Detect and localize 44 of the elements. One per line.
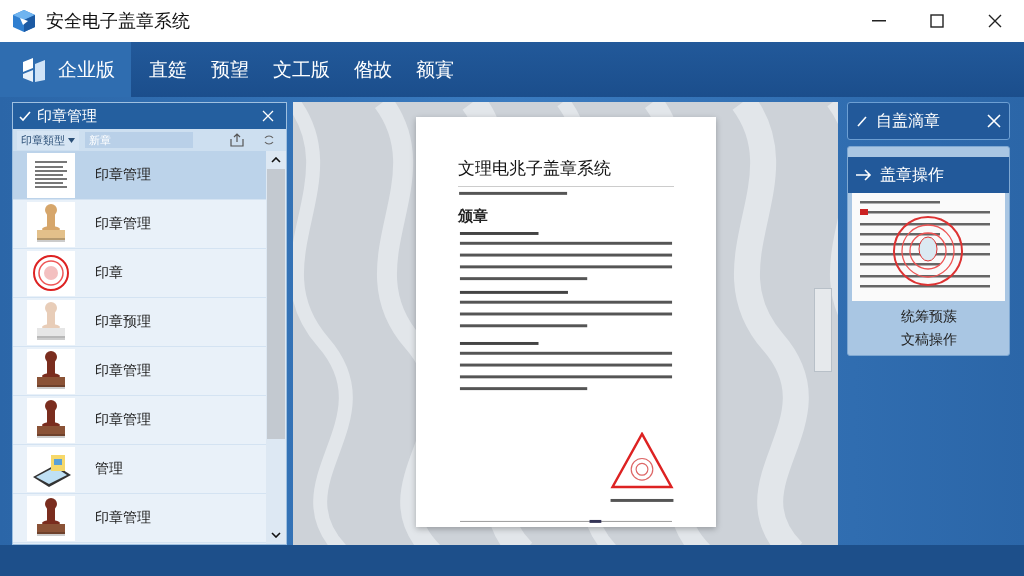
chevron-down-icon <box>271 532 281 538</box>
close-icon <box>988 14 1002 28</box>
seal-list-item[interactable]: 印章管理 <box>13 396 266 445</box>
menu-tab[interactable]: 文工版 <box>261 42 342 97</box>
search-field[interactable]: 新章 <box>85 132 193 148</box>
menu-tab[interactable]: 预望 <box>199 42 261 97</box>
app-logo-icon <box>12 9 36 33</box>
seal-list-item[interactable]: 管理 <box>13 445 266 494</box>
seal-list-item[interactable]: 印章管理 <box>13 494 266 543</box>
preview-card[interactable]: 盖章操作 统筹预蔟 文稿操作 <box>847 146 1010 356</box>
seal-list-item[interactable]: 印章管理 <box>13 200 266 249</box>
panel-title: 自盖滴章 <box>876 110 941 132</box>
card-caption: 文稿操作 <box>899 330 958 349</box>
seal-icon <box>609 432 674 490</box>
seal-list-item[interactable]: 印章管理 <box>13 347 266 396</box>
maximize-icon <box>930 14 944 28</box>
export-icon <box>230 133 244 147</box>
window-title: 安全电子盖章系统 <box>46 9 191 33</box>
document-title: 文理电兆子盖章系统 <box>457 157 674 187</box>
check-icon <box>19 110 31 122</box>
menu-tab[interactable]: 直筵 <box>137 42 199 97</box>
chevron-up-icon <box>271 157 281 163</box>
document-heading: 颁章 <box>457 206 489 226</box>
close-icon <box>262 110 274 122</box>
menu-tab[interactable]: 偺故 <box>342 42 404 97</box>
card-title: 盖章操作 <box>880 164 944 186</box>
brand-tab[interactable]: 企业版 <box>0 42 131 97</box>
seal-list-item[interactable]: 印章管理 <box>13 151 266 200</box>
scrollbar-thumb[interactable] <box>267 169 285 439</box>
pencil-icon <box>856 115 868 127</box>
arrow-right-icon <box>856 169 872 181</box>
refresh-icon <box>262 133 276 147</box>
scrollbar-thumb[interactable] <box>814 288 832 372</box>
close-icon <box>987 114 1001 128</box>
caret-icon <box>68 137 75 143</box>
seal-list-item[interactable]: 印章 <box>13 249 266 298</box>
logo-icon <box>20 55 48 84</box>
seal-list-item[interactable]: 印章预理 <box>13 298 266 347</box>
close-button[interactable] <box>987 114 1001 128</box>
menu-tab[interactable]: 额寘 <box>404 42 466 97</box>
minimize-icon <box>872 20 886 22</box>
filter-dropdown[interactable]: 印章類型 <box>17 130 79 150</box>
panel-title: 印章管理 <box>37 106 98 126</box>
card-caption: 统筹预蔟 <box>899 307 958 326</box>
